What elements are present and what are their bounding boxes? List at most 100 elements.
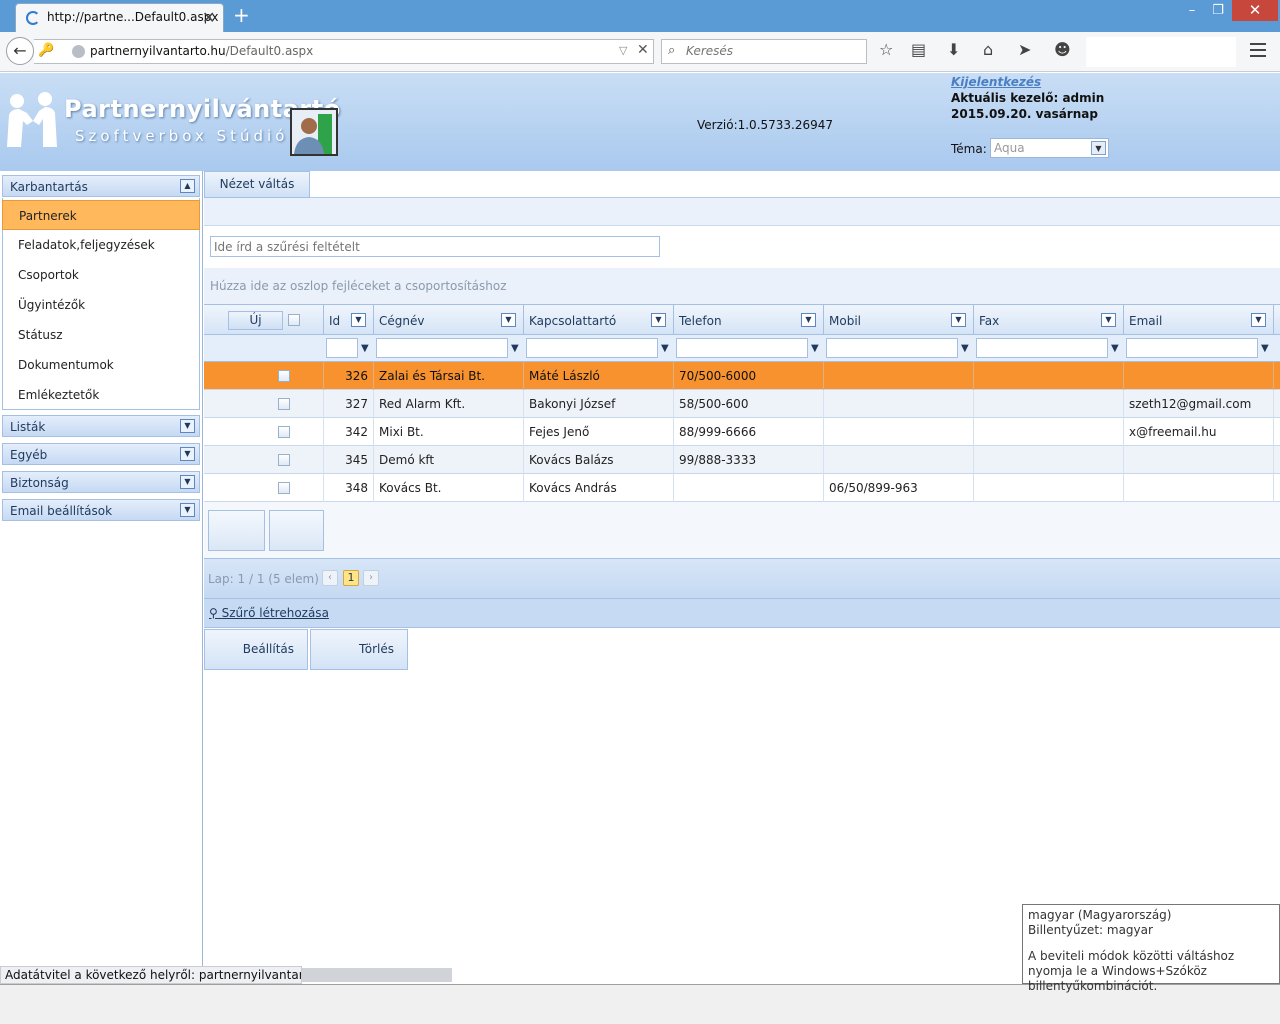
filter-cell-contact[interactable] (526, 338, 658, 358)
next-page-icon[interactable]: › (363, 570, 379, 586)
filter-cell-email[interactable] (1126, 338, 1258, 358)
column-header-phone[interactable]: Telefon ▼ (674, 305, 824, 336)
row-checkbox[interactable] (278, 454, 290, 466)
home-icon[interactable]: ⌂ (983, 40, 993, 59)
column-header-email[interactable]: Email ▼ (1124, 305, 1274, 336)
sidebar-item-dokumentumok[interactable]: Dokumentumok (2, 350, 200, 380)
sidebar-item-csoportok[interactable]: Csoportok (2, 260, 200, 290)
table-row[interactable]: 345 Demó kft Kovács Balázs 99/888-3333 (204, 446, 1280, 474)
url-host: partnernyilvantarto.hu (90, 44, 226, 58)
chevron-down-icon[interactable]: ▼ (351, 313, 366, 327)
filter-icon[interactable]: ▼ (511, 343, 519, 354)
back-arrow-icon[interactable]: ← (6, 37, 34, 65)
column-header-mobile[interactable]: Mobil ▼ (824, 305, 974, 336)
grid-footer-button[interactable] (208, 510, 265, 551)
expand-icon[interactable]: ▼ (180, 503, 195, 517)
restore-icon[interactable]: ❐ (1204, 0, 1232, 21)
column-header-contact[interactable]: Kapcsolattartó ▼ (524, 305, 674, 336)
cell-email (1124, 362, 1274, 390)
app-header: Partnernyilvántartó Szoftverbox Stúdió V… (0, 73, 1280, 171)
sidebar-group-biztonsag[interactable]: Biztonság ▼ (2, 471, 200, 493)
chevron-down-icon[interactable]: ▼ (1251, 313, 1266, 327)
send-icon[interactable]: ➤ (1018, 40, 1031, 59)
minimize-icon[interactable]: – (1178, 0, 1206, 21)
column-header-company[interactable]: Cégnév ▼ (374, 305, 524, 336)
cell-fax (974, 390, 1124, 418)
horizontal-scrollbar[interactable] (302, 968, 452, 982)
delete-button[interactable]: Törlés (310, 629, 408, 670)
address-bar[interactable]: 🔑 partnernyilvantarto.hu/Default0.aspx ▽… (34, 39, 654, 64)
chevron-down-icon[interactable]: ▼ (1091, 141, 1106, 155)
chat-icon[interactable]: ☻ (1054, 40, 1071, 59)
sidebar-group-egyeb[interactable]: Egyéb ▼ (2, 443, 200, 465)
url-text[interactable]: partnernyilvantarto.hu/Default0.aspx (90, 44, 313, 58)
column-header-fax[interactable]: Fax ▼ (974, 305, 1124, 336)
sidebar-group-karbantartas[interactable]: Karbantartás ▲ (2, 175, 200, 197)
chevron-down-icon[interactable]: ▼ (801, 313, 816, 327)
filter-cell-fax[interactable] (976, 338, 1108, 358)
sidebar-item-feladatok[interactable]: Feladatok,feljegyzések (2, 230, 200, 260)
filter-cell-phone[interactable] (676, 338, 808, 358)
cell-email (1124, 446, 1274, 474)
filter-icon[interactable]: ▼ (1111, 343, 1119, 354)
expand-icon[interactable]: ▼ (180, 447, 195, 461)
pager-current-page[interactable]: 1 (343, 570, 359, 586)
column-header-id[interactable]: Id ▼ (324, 305, 374, 336)
browser-tab[interactable]: http://partne...Default0.aspx ✕ (15, 3, 224, 32)
collapse-icon[interactable]: ▲ (180, 179, 195, 193)
history-dropdown-icon[interactable]: ▽ (619, 44, 627, 57)
table-row[interactable]: 327 Red Alarm Kft. Bakonyi József 58/500… (204, 390, 1280, 418)
download-icon[interactable]: ⬇ (947, 40, 960, 59)
stop-icon[interactable]: ✕ (637, 42, 649, 58)
filter-bar: ⚲ Szűrő létrehozása (204, 598, 1280, 628)
view-switch-button[interactable]: Nézet váltás (204, 171, 310, 198)
chevron-down-icon[interactable]: ▼ (1101, 313, 1116, 327)
search-input[interactable] (686, 44, 856, 58)
bookmark-star-icon[interactable]: ☆ (879, 40, 893, 59)
sidebar-group-email[interactable]: Email beállítások ▼ (2, 499, 200, 521)
window-close-icon[interactable]: ✕ (1232, 0, 1278, 21)
filter-icon[interactable]: ▼ (361, 343, 369, 354)
select-all-checkbox[interactable] (288, 314, 300, 326)
filter-input[interactable] (210, 236, 660, 257)
sidebar-item-emlekeztetok[interactable]: Emlékeztetők (2, 380, 200, 410)
row-checkbox[interactable] (278, 426, 290, 438)
create-filter-link[interactable]: ⚲ Szűrő létrehozása (209, 606, 329, 620)
filter-cell-mobile[interactable] (826, 338, 958, 358)
close-tab-icon[interactable]: ✕ (202, 8, 215, 27)
filter-cell-id[interactable] (326, 338, 358, 358)
filter-icon[interactable]: ▼ (1261, 343, 1269, 354)
chevron-down-icon[interactable]: ▼ (501, 313, 516, 327)
expand-icon[interactable]: ▼ (180, 475, 195, 489)
table-row[interactable]: 342 Mixi Bt. Fejes Jenő 88/999-6666 x@fr… (204, 418, 1280, 446)
filter-icon[interactable]: ▼ (811, 343, 819, 354)
filter-cell-company[interactable] (376, 338, 508, 358)
row-checkbox[interactable] (278, 482, 290, 494)
table-row[interactable]: 326 Zalai és Társai Bt. Máté László 70/5… (204, 362, 1280, 390)
search-bar[interactable]: ⌕ (661, 39, 867, 64)
chevron-down-icon[interactable]: ▼ (951, 313, 966, 327)
group-panel[interactable]: Húzza ide az oszlop fejléceket a csoport… (204, 268, 1280, 304)
row-checkbox[interactable] (278, 370, 290, 382)
key-icon[interactable]: 🔑 (38, 43, 54, 58)
prev-page-icon[interactable]: ‹ (322, 570, 338, 586)
expand-icon[interactable]: ▼ (180, 419, 195, 433)
table-row[interactable]: 348 Kovács Bt. Kovács András 06/50/899-9… (204, 474, 1280, 502)
sidebar-group-listak[interactable]: Listák ▼ (2, 415, 200, 437)
sidebar-item-ugyintezok[interactable]: Ügyintézők (2, 290, 200, 320)
settings-button[interactable]: Beállítás (204, 629, 308, 670)
reading-list-icon[interactable]: ▤ (911, 40, 926, 59)
row-checkbox[interactable] (278, 398, 290, 410)
chevron-down-icon[interactable]: ▼ (651, 313, 666, 327)
grid-footer-button[interactable] (269, 510, 324, 551)
cell-company: Mixi Bt. (374, 418, 524, 446)
hamburger-menu-icon[interactable] (1250, 43, 1266, 61)
logout-link[interactable]: Kijelentkezés (951, 75, 1041, 89)
sidebar-item-partnerek[interactable]: Partnerek (2, 200, 200, 230)
theme-select[interactable]: Aqua ▼ (990, 138, 1109, 158)
sidebar-item-statusz[interactable]: Státusz (2, 320, 200, 350)
filter-icon[interactable]: ▼ (961, 343, 969, 354)
new-tab-icon[interactable]: + (233, 3, 250, 27)
filter-icon[interactable]: ▼ (661, 343, 669, 354)
new-button[interactable]: Új (228, 311, 283, 330)
